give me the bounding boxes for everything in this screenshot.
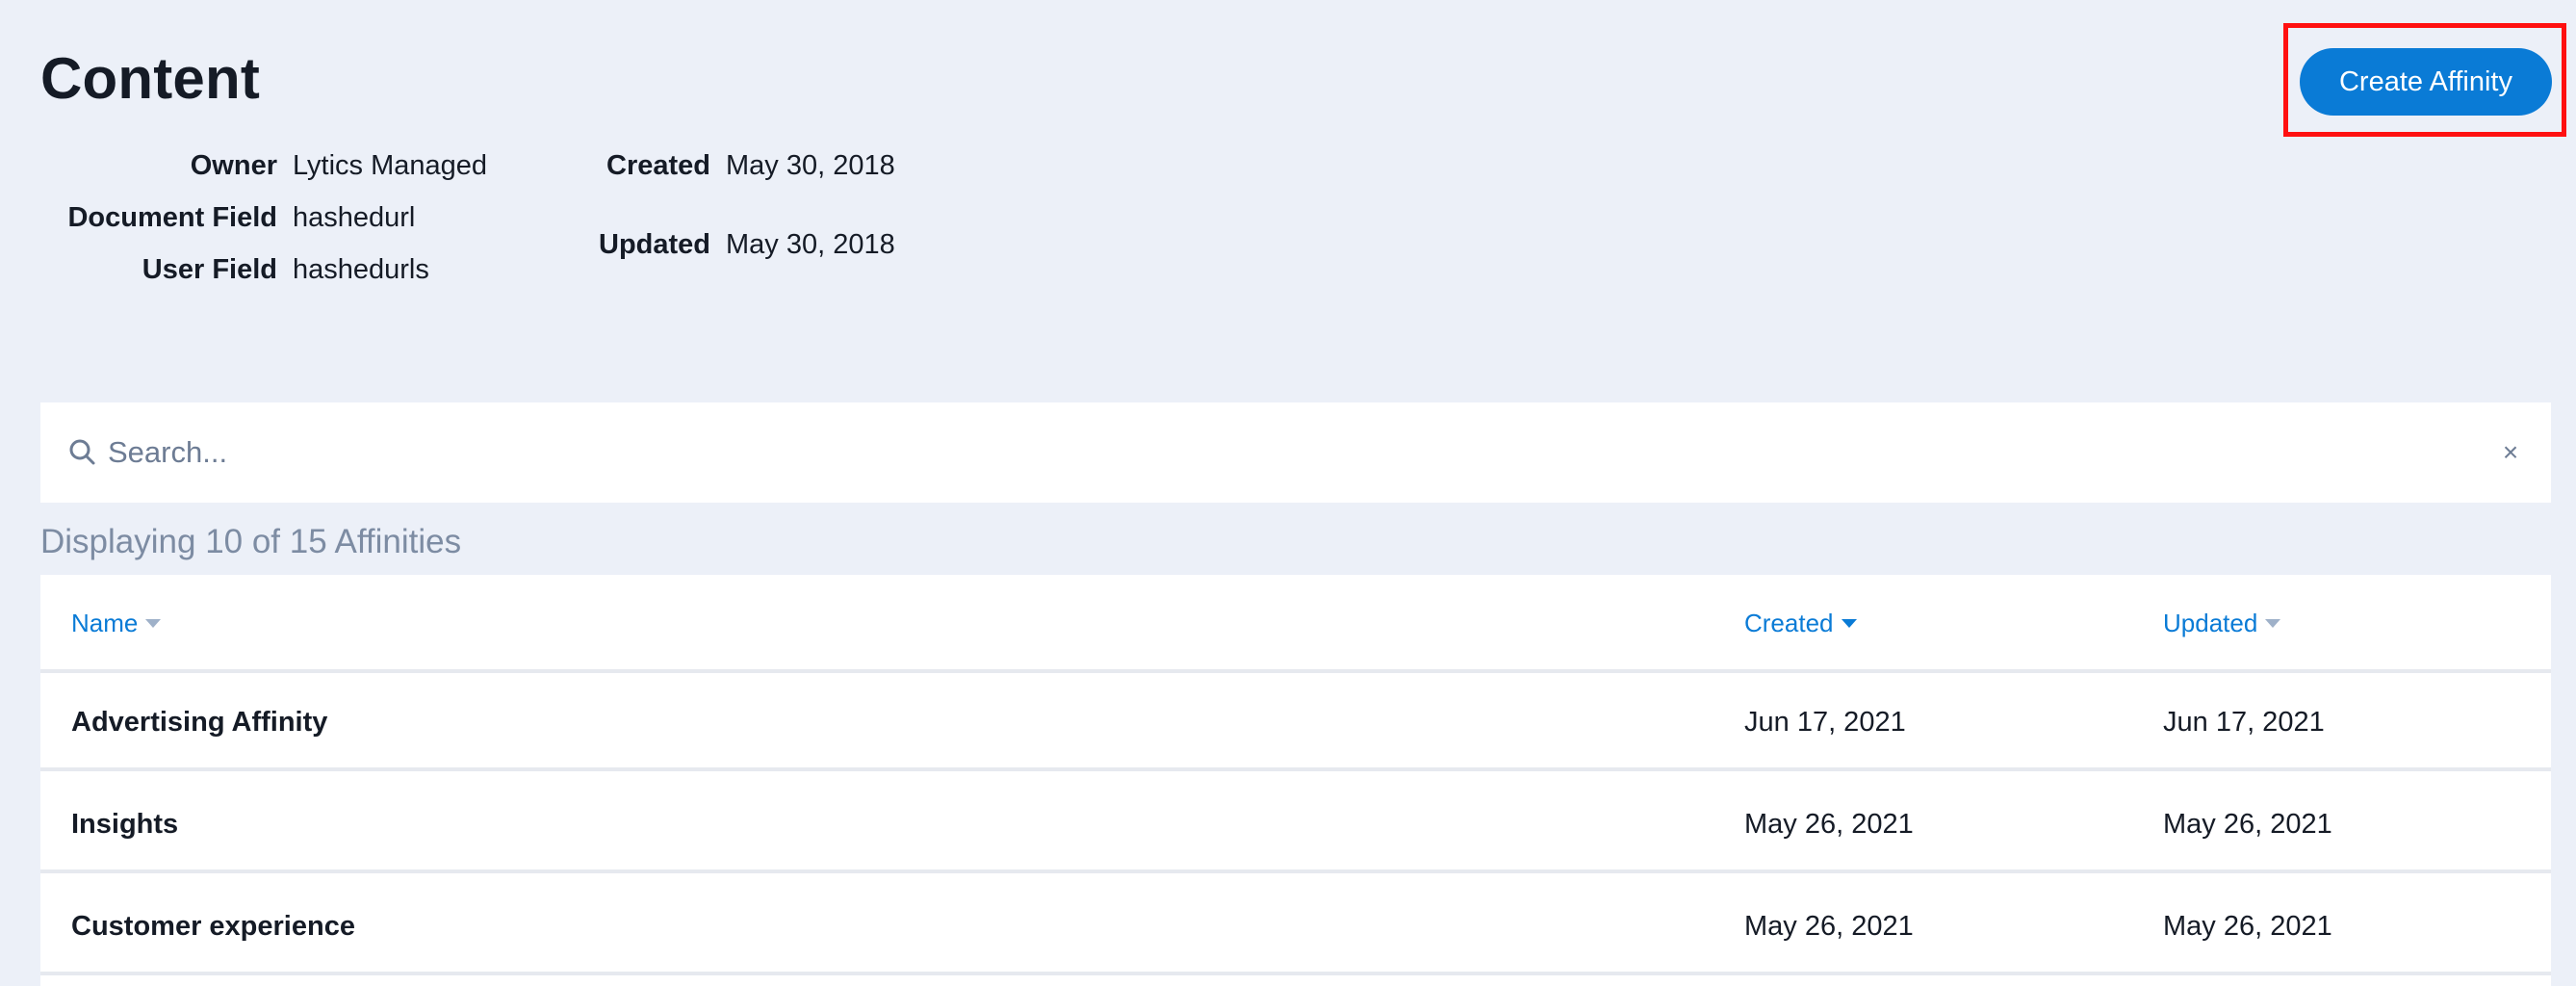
column-header-updated[interactable]: Updated — [2163, 606, 2281, 640]
page-title: Content — [40, 46, 261, 111]
clear-search-icon[interactable]: × — [2496, 433, 2525, 472]
row-name: Insights — [71, 809, 179, 840]
affinities-table: Name Created Updated Advertising Affinit… — [40, 575, 2551, 986]
owner-label: Owner — [190, 150, 277, 181]
table-header: Name Created Updated — [40, 575, 2551, 673]
user-field-label: User Field — [142, 254, 277, 285]
document-field-label: Document Field — [67, 202, 277, 233]
search-input[interactable] — [108, 424, 2418, 481]
row-name: Advertising Affinity — [71, 707, 328, 738]
results-count: Displaying 10 of 15 Affinities — [40, 523, 462, 560]
column-header-updated-label: Updated — [2163, 609, 2258, 637]
search-bar: × — [40, 402, 2551, 503]
table-row[interactable]: Insights May 26, 2021 May 26, 2021 — [40, 775, 2551, 873]
sort-caret-icon — [145, 618, 162, 628]
sort-caret-icon — [1841, 618, 1857, 628]
row-name: Customer experience — [71, 911, 355, 942]
sort-caret-icon — [2265, 618, 2281, 628]
table-row[interactable]: Advertising Affinity Jun 17, 2021 Jun 17… — [40, 673, 2551, 771]
row-updated: Jun 17, 2021 — [2163, 707, 2325, 738]
row-created: Jun 17, 2021 — [1744, 707, 1906, 738]
document-field-value: hashedurl — [293, 202, 416, 233]
column-header-created[interactable]: Created — [1744, 606, 1857, 640]
owner-value: Lytics Managed — [293, 150, 488, 181]
column-header-created-label: Created — [1744, 609, 1834, 637]
user-field-value: hashedurls — [293, 254, 429, 285]
row-created: May 26, 2021 — [1744, 911, 1914, 942]
created-value: May 30, 2018 — [726, 150, 895, 181]
row-updated: May 26, 2021 — [2163, 911, 2332, 942]
table-row[interactable]: Customer experience May 26, 2021 May 26,… — [40, 877, 2551, 975]
updated-label: Updated — [599, 229, 710, 260]
create-affinity-button[interactable]: Create Affinity — [2300, 48, 2552, 116]
created-label: Created — [606, 150, 710, 181]
column-header-name[interactable]: Name — [71, 606, 162, 640]
row-created: May 26, 2021 — [1744, 809, 1914, 840]
column-header-name-label: Name — [71, 609, 139, 637]
row-updated: May 26, 2021 — [2163, 809, 2332, 840]
search-icon — [67, 437, 98, 468]
updated-value: May 30, 2018 — [726, 229, 895, 260]
